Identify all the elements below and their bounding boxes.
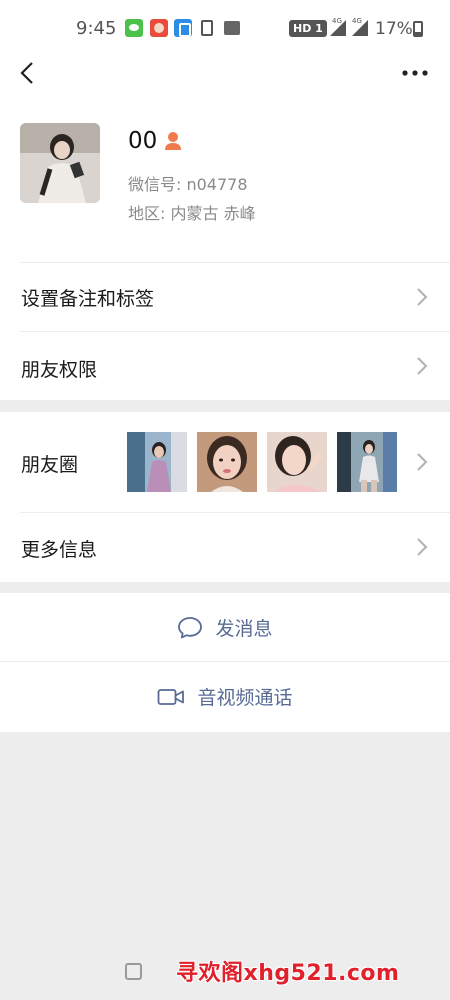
battery-percent: 17% [375, 19, 413, 39]
female-icon [165, 132, 181, 150]
more-info-row[interactable]: 更多信息 [0, 513, 450, 582]
moments-thumbnails [127, 432, 397, 492]
chat-bubble-icon [178, 616, 203, 638]
battery-icon [413, 21, 423, 37]
status-bar: 9:45 HD 1 4G 4G 17% [0, 0, 450, 58]
permissions-row[interactable]: 朋友权限 [0, 332, 450, 400]
wechat-icon [125, 19, 143, 37]
chevron-right-icon [417, 453, 428, 471]
avatar[interactable] [20, 123, 100, 203]
signal-icon [352, 20, 368, 36]
moments-row[interactable]: 朋友圈 [0, 412, 450, 512]
back-button[interactable] [12, 58, 42, 88]
chevron-right-icon [417, 288, 428, 306]
permissions-label: 朋友权限 [21, 359, 98, 381]
remark-tags-label: 设置备注和标签 [21, 288, 155, 310]
watermark: 寻欢阁xhg521.com [176, 961, 400, 986]
more-info-label: 更多信息 [21, 539, 98, 561]
actions-section: 发消息 音视频通话 [0, 593, 450, 732]
chevron-left-icon [20, 62, 33, 84]
avatar-photo [20, 123, 100, 203]
signal-icon [330, 20, 346, 36]
moments-label: 朋友圈 [21, 454, 79, 476]
chevron-right-icon [417, 538, 428, 556]
video-call-label: 音视频通话 [197, 687, 293, 709]
region: 地区: 内蒙古 赤峰 [128, 204, 256, 223]
cartoon-app-icon [150, 19, 168, 37]
moment-thumbnail [197, 432, 257, 492]
send-message-button[interactable]: 发消息 [0, 593, 450, 662]
sim-icon [201, 20, 213, 36]
moment-thumbnail [127, 432, 187, 492]
chevron-right-icon [417, 357, 428, 375]
recent-apps-button[interactable] [125, 963, 142, 980]
more-button[interactable] [396, 60, 434, 86]
remark-tags-row[interactable]: 设置备注和标签 [0, 263, 450, 331]
video-call-button[interactable]: 音视频通话 [0, 662, 450, 731]
video-camera-icon [158, 688, 185, 705]
network-badge: HD 1 [289, 20, 327, 37]
send-message-label: 发消息 [215, 618, 273, 640]
image-icon [224, 21, 240, 35]
profile-name: 00 [128, 128, 158, 154]
more-dots-icon [402, 70, 428, 76]
status-time: 9:45 [76, 18, 117, 39]
moment-thumbnail [337, 432, 397, 492]
network-app-icon [174, 19, 192, 37]
moment-thumbnail [267, 432, 327, 492]
wechat-id: 微信号: n04778 [128, 175, 248, 194]
moments-section: 朋友圈 更多信息 [0, 412, 450, 582]
